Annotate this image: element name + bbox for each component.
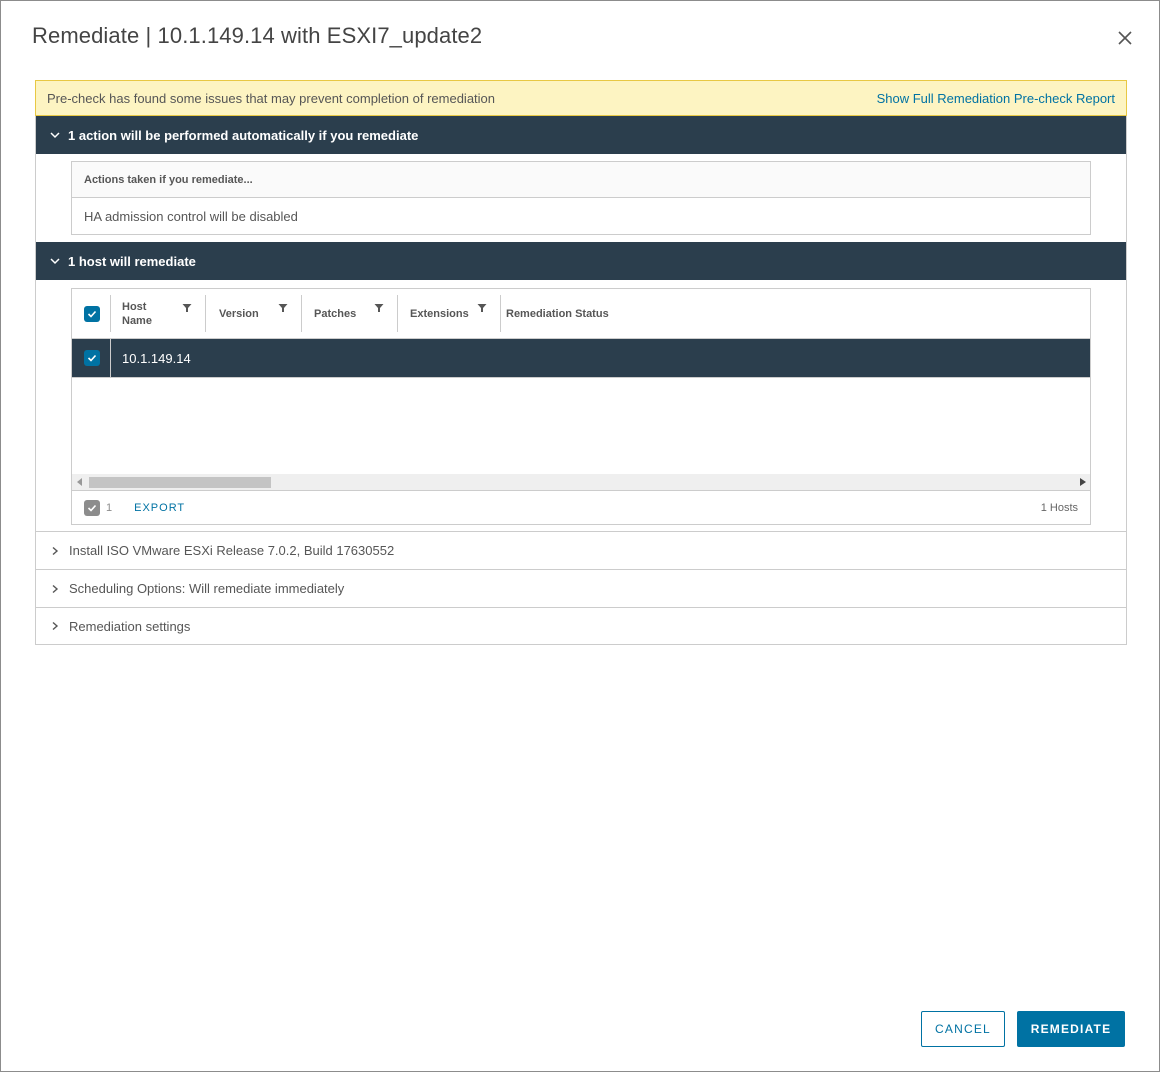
cancel-button[interactable]: CANCEL	[921, 1011, 1005, 1047]
column-extensions-label: Extensions	[410, 307, 469, 320]
filter-icon[interactable]	[278, 303, 288, 313]
chevron-down-icon	[50, 132, 60, 139]
filter-icon[interactable]	[374, 303, 384, 313]
grid-header: Host Name Version Patches Extensions Rem…	[72, 289, 1090, 339]
column-version[interactable]: Version	[206, 289, 302, 338]
column-version-label: Version	[219, 307, 259, 320]
column-host-name-line1: Host	[122, 300, 147, 313]
horizontal-scrollbar[interactable]	[72, 474, 1090, 491]
column-remediation-status-label: Remediation Status	[506, 307, 609, 320]
actions-section-title: 1 action will be performed automatically…	[68, 127, 419, 143]
install-iso-label: Install ISO VMware ESXi Release 7.0.2, B…	[69, 543, 395, 558]
alert-message: Pre-check has found some issues that may…	[47, 90, 496, 106]
hosts-total: 1 Hosts	[1040, 501, 1078, 514]
filter-icon[interactable]	[477, 303, 487, 313]
install-iso-section[interactable]: Install ISO VMware ESXi Release 7.0.2, B…	[36, 531, 1126, 569]
checkmark-icon	[87, 354, 97, 362]
remediation-settings-section[interactable]: Remediation settings	[36, 607, 1126, 645]
remediate-button[interactable]: REMEDIATE	[1017, 1011, 1125, 1047]
dialog-content: Pre-check has found some issues that may…	[35, 80, 1127, 645]
column-patches-label: Patches	[314, 307, 357, 320]
actions-section-header[interactable]: 1 action will be performed automatically…	[36, 116, 1126, 154]
scheduling-options-label: Scheduling Options: Will remediate immed…	[69, 581, 345, 596]
close-icon[interactable]	[1115, 28, 1135, 48]
selected-count: 1	[106, 501, 113, 514]
column-host-name-line2: Name	[122, 314, 152, 327]
actions-section: 1 action will be performed automatically…	[35, 116, 1127, 645]
dialog-title: Remediate | 10.1.149.14 with ESXI7_updat…	[32, 23, 483, 48]
grid-footer: 1 EXPORT 1 Hosts	[72, 491, 1090, 524]
row-select-cell	[72, 339, 111, 377]
checkmark-icon	[87, 310, 97, 318]
hosts-section-title: 1 host will remediate	[68, 253, 196, 269]
precheck-alert: Pre-check has found some issues that may…	[35, 80, 1127, 116]
action-item: HA admission control will be disabled	[84, 208, 298, 224]
scheduling-options-section[interactable]: Scheduling Options: Will remediate immed…	[36, 569, 1126, 607]
precheck-report-link[interactable]: Show Full Remediation Pre-check Report	[877, 91, 1115, 106]
select-all-cell	[72, 289, 111, 338]
chevron-right-icon	[52, 584, 59, 593]
scroll-left-icon[interactable]	[77, 478, 83, 486]
host-name-cell: 10.1.149.14	[122, 350, 191, 366]
hosts-datagrid: Host Name Version Patches Extensions Rem…	[71, 288, 1091, 525]
table-row[interactable]: 10.1.149.14	[72, 339, 1090, 378]
filter-icon[interactable]	[182, 303, 192, 313]
chevron-down-icon	[50, 258, 60, 265]
export-button[interactable]: EXPORT	[134, 502, 185, 514]
chevron-right-icon	[52, 621, 59, 631]
selected-count-checkbox	[84, 499, 100, 516]
row-checkbox[interactable]	[84, 350, 100, 366]
hosts-section-header[interactable]: 1 host will remediate	[36, 242, 1126, 280]
remediate-dialog: Remediate | 10.1.149.14 with ESXI7_updat…	[0, 0, 1160, 1072]
select-all-checkbox[interactable]	[84, 305, 100, 322]
actions-table-header: Actions taken if you remediate...	[72, 162, 1090, 198]
column-remediation-status[interactable]: Remediation Status	[501, 289, 1090, 338]
column-host-name[interactable]: Host Name	[111, 289, 206, 338]
column-extensions[interactable]: Extensions	[398, 289, 501, 338]
column-patches[interactable]: Patches	[302, 289, 398, 338]
remediation-settings-label: Remediation settings	[69, 618, 191, 634]
chevron-right-icon	[52, 546, 59, 555]
grid-empty-area	[72, 378, 1090, 474]
checkmark-icon	[87, 504, 97, 512]
actions-table: Actions taken if you remediate... HA adm…	[71, 161, 1091, 235]
scrollbar-thumb[interactable]	[89, 477, 271, 488]
scroll-right-icon[interactable]	[1080, 478, 1086, 486]
